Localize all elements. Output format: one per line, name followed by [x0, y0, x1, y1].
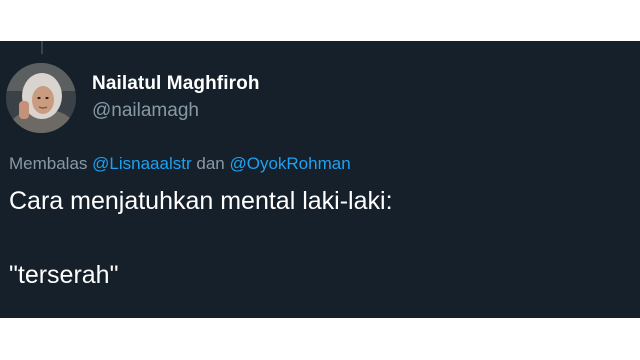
author-display-name[interactable]: Nailatul Maghfiroh: [92, 73, 260, 95]
tweet-text-line: "terserah": [9, 261, 119, 289]
tweet-text-line: Cara menjatuhkan mental laki-laki:: [9, 187, 393, 215]
avatar-photo-icon: [6, 63, 76, 133]
reply-context: Membalas @Lisnaaalstr dan @OyokRohman: [9, 154, 351, 174]
reply-prefix: Membalas: [9, 154, 88, 173]
mention-link[interactable]: @OyokRohman: [229, 154, 350, 173]
mention-link[interactable]: @Lisnaaalstr: [92, 154, 191, 173]
reply-joiner: dan: [196, 154, 225, 173]
thread-connector-line: [41, 41, 43, 54]
user-avatar[interactable]: [6, 63, 76, 133]
screenshot-frame: Nailatul Maghfiroh @nailamagh Membalas @…: [0, 0, 640, 360]
author-handle[interactable]: @nailamagh: [92, 100, 199, 122]
